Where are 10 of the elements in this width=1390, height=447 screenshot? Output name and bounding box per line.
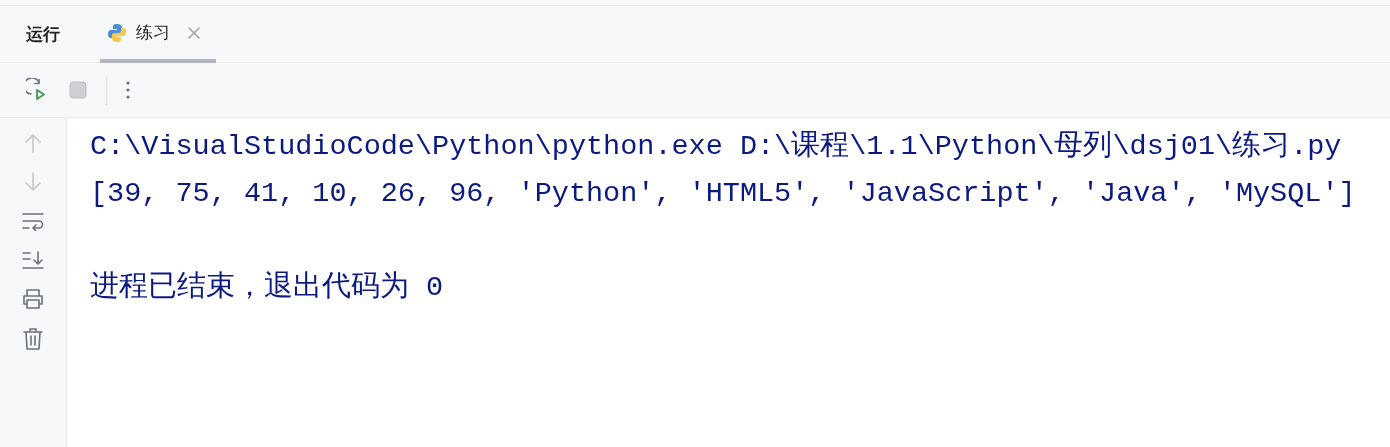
- console-output: C:\VisualStudioCode\Python\python.exe D:\课程\1.1\Python\母列\dsj01\练习.py [39, 75, 41, 10, 26, 96, 'Python', 'HTML5', 'JavaScript', 'Java', 'MySQL'] 进程已结束，退出代码为 0: [67, 118, 1390, 447]
- scroll-to-end-icon[interactable]: [22, 250, 44, 270]
- panel-title: 运行: [26, 22, 60, 46]
- python-icon: [106, 21, 128, 44]
- run-tab[interactable]: 练习: [100, 6, 216, 63]
- soft-wrap-icon[interactable]: [22, 211, 44, 231]
- more-icon[interactable]: [125, 80, 131, 100]
- printer-icon[interactable]: [22, 289, 44, 309]
- trash-icon[interactable]: [23, 328, 43, 350]
- close-icon[interactable]: [188, 26, 200, 39]
